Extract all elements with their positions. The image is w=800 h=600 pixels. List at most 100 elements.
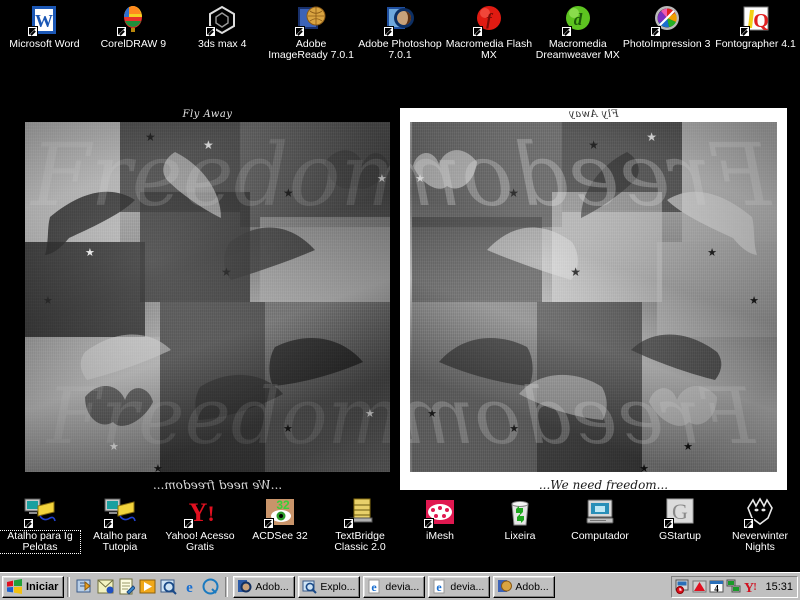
desktop-icon-microsoft-word[interactable]: W Microsoft Word bbox=[0, 4, 89, 61]
svg-text:e: e bbox=[372, 580, 378, 594]
windows-explorer-icon bbox=[302, 579, 318, 594]
outlook-express-icon[interactable] bbox=[97, 578, 114, 595]
taskbar[interactable]: Iniciar e Adob... Explo... e devia... e … bbox=[0, 572, 800, 600]
desktop-icon-textbridge-classic[interactable]: TextBridge Classic 2.0 bbox=[320, 496, 400, 553]
macromedia-dreamweaver-icon: d bbox=[560, 4, 594, 37]
start-button-label: Iniciar bbox=[26, 580, 59, 593]
coreldraw-balloon-icon bbox=[116, 4, 149, 37]
desktop-icon-atalho-para-tutopia[interactable]: Atalho para Tutopia bbox=[80, 496, 160, 553]
search-icon[interactable] bbox=[160, 578, 178, 595]
shortcut-arrow-icon bbox=[743, 518, 754, 529]
quick-launch-bar[interactable]: e bbox=[73, 578, 222, 596]
desktop-icon-macromedia-dreamweaver[interactable]: d Macromedia Dreamweaver MX bbox=[533, 4, 622, 61]
desktop-icon-label: Microsoft Word bbox=[9, 38, 80, 50]
artwork-title-left: Fly Away bbox=[182, 109, 233, 120]
microsoft-word-icon: W bbox=[27, 4, 60, 37]
desktop-icon-adobe-imageready[interactable]: Adobe ImageReady 7.0.1 bbox=[267, 4, 356, 61]
task-button-deviantart-1[interactable]: e devia... bbox=[363, 575, 426, 598]
task-button-explorer[interactable]: Explo... bbox=[298, 575, 361, 598]
gstartup-icon: G bbox=[663, 496, 696, 529]
artwork-collage-right: Freedom Freedom ★ ★ ★ ★ ★ ★ ★ ★ ★ ★ ★ bbox=[410, 122, 777, 472]
desktop-icon-label: Macromedia Dreamweaver MX bbox=[535, 38, 620, 61]
shortcut-arrow-icon bbox=[383, 26, 394, 37]
desktop-wallpaper-artwork: Fly Away ★ ★ ★ ★ ★ ★ ★ ★ ★ ★ ★ ...We nee… bbox=[15, 108, 787, 490]
quicktime-icon[interactable] bbox=[202, 578, 219, 595]
tray-clock[interactable]: 15:31 bbox=[765, 581, 793, 593]
task-button-label: Explo... bbox=[320, 580, 356, 593]
acrobat-reader-icon[interactable] bbox=[692, 579, 707, 594]
show-desktop-icon[interactable] bbox=[76, 578, 93, 595]
svg-text:e: e bbox=[187, 580, 194, 595]
desktop-icon-fontographer[interactable]: Q Fontographer 4.1 bbox=[711, 4, 800, 61]
shortcut-arrow-icon bbox=[649, 26, 661, 37]
desktop-icon-lixeira[interactable]: Lixeira bbox=[480, 496, 560, 553]
internet-explorer-icon[interactable]: e bbox=[181, 578, 198, 596]
adobe-imageready-icon bbox=[497, 579, 513, 594]
desktop-icon-atalho-para-ig-pelotas[interactable]: Atalho para Ig Pelotas bbox=[0, 496, 81, 554]
artwork-title-right: Fly Away bbox=[568, 109, 619, 120]
shortcut-arrow-icon bbox=[560, 26, 572, 37]
desktop-icon-label: Macromedia Flash MX bbox=[445, 38, 533, 61]
internet-explorer-icon: e bbox=[367, 579, 382, 594]
desktop-icon-label: PhotoImpression 3 bbox=[622, 38, 711, 50]
desktop-icon-yahoo-acesso-gratis[interactable]: Y ! Yahoo! Acesso Gratis bbox=[160, 496, 240, 553]
desktop-icon-macromedia-flash[interactable]: f Macromedia Flash MX bbox=[444, 4, 533, 61]
notepad-icon[interactable] bbox=[118, 578, 137, 595]
neverwinter-nights-icon bbox=[743, 496, 776, 529]
imesh-icon bbox=[423, 496, 456, 529]
desktop-icon-label: iMesh bbox=[425, 530, 454, 542]
yahoo-messenger-icon[interactable]: Y! bbox=[743, 579, 758, 596]
desktop-icon-label: Atalho para Tutopia bbox=[93, 530, 147, 553]
desktop-icon-adobe-photoshop[interactable]: Adobe Photoshop 7.0.1 bbox=[356, 4, 445, 61]
system-tray[interactable]: 4 Y! 15:31 bbox=[671, 575, 798, 598]
desktop-icon-label: CorelDRAW 9 bbox=[100, 38, 167, 50]
task-button-adobe-imageready[interactable]: Adob... bbox=[493, 575, 556, 598]
artwork-caption-left: ...We need freedom... bbox=[152, 478, 283, 490]
desktop[interactable]: W Microsoft Word CorelDRAW 9 3ds max 4 A… bbox=[0, 0, 800, 572]
internet-explorer-icon: e bbox=[432, 579, 447, 594]
task-button-adobe-photoshop[interactable]: Adob... bbox=[233, 575, 296, 598]
shortcut-arrow-icon bbox=[471, 26, 483, 37]
desktop-icon-3ds-max-4[interactable]: 3ds max 4 bbox=[178, 4, 267, 61]
shortcut-arrow-icon bbox=[27, 26, 39, 37]
dialup-connection-icon bbox=[103, 496, 136, 529]
svg-text:Q: Q bbox=[753, 10, 769, 32]
svg-text:4: 4 bbox=[715, 584, 720, 594]
svg-text:!: ! bbox=[207, 501, 214, 526]
shortcut-arrow-icon bbox=[205, 26, 217, 37]
artwork-caption-right: ...We need freedom... bbox=[538, 478, 669, 490]
desktop-icon-label: Computador bbox=[571, 530, 629, 542]
shortcut-arrow-icon bbox=[294, 26, 306, 37]
shortcut-arrow-icon bbox=[183, 518, 194, 529]
fontographer-icon: Q bbox=[738, 4, 772, 37]
task-scheduler-icon[interactable] bbox=[675, 579, 690, 594]
desktop-icon-label: GStartup bbox=[658, 530, 702, 542]
desktop-icon-label: ACDSee 32 bbox=[252, 530, 308, 542]
shortcut-arrow-icon bbox=[23, 518, 34, 529]
desktop-icon-photoimpression-3[interactable]: PhotoImpression 3 bbox=[622, 4, 711, 61]
adobe-imageready-icon bbox=[294, 4, 327, 37]
desktop-icon-gstartup[interactable]: G GStartup bbox=[640, 496, 720, 553]
svg-text:d: d bbox=[574, 10, 583, 29]
my-computer-icon bbox=[584, 496, 616, 528]
svg-text:32: 32 bbox=[276, 498, 290, 512]
desktop-icon-neverwinter-nights[interactable]: Neverwinter Nights bbox=[720, 496, 800, 553]
desktop-icon-computador[interactable]: Computador bbox=[560, 496, 640, 553]
svg-text:e: e bbox=[437, 580, 443, 594]
desktop-icon-imesh[interactable]: iMesh bbox=[400, 496, 480, 553]
task-button-deviantart-2[interactable]: e devia... bbox=[428, 575, 491, 598]
shortcut-arrow-icon bbox=[663, 518, 674, 529]
task-button-label: Adob... bbox=[515, 580, 549, 593]
desktop-icon-label: Yahoo! Acesso Gratis bbox=[165, 530, 235, 553]
3ds-max-cube-icon bbox=[205, 4, 238, 37]
media-player-icon[interactable] bbox=[139, 578, 156, 595]
calendar-icon[interactable]: 4 bbox=[709, 579, 724, 594]
start-button[interactable]: Iniciar bbox=[2, 575, 65, 598]
desktop-icon-acdsee-32[interactable]: 32 ACDSee 32 bbox=[240, 496, 320, 553]
desktop-icon-label: 3ds max 4 bbox=[198, 38, 247, 50]
network-connection-icon[interactable] bbox=[726, 579, 741, 594]
adobe-photoshop-icon bbox=[237, 579, 252, 594]
svg-text:G: G bbox=[672, 499, 688, 524]
desktop-icon-coreldraw-9[interactable]: CorelDRAW 9 bbox=[89, 4, 178, 61]
adobe-photoshop-icon bbox=[383, 4, 416, 37]
